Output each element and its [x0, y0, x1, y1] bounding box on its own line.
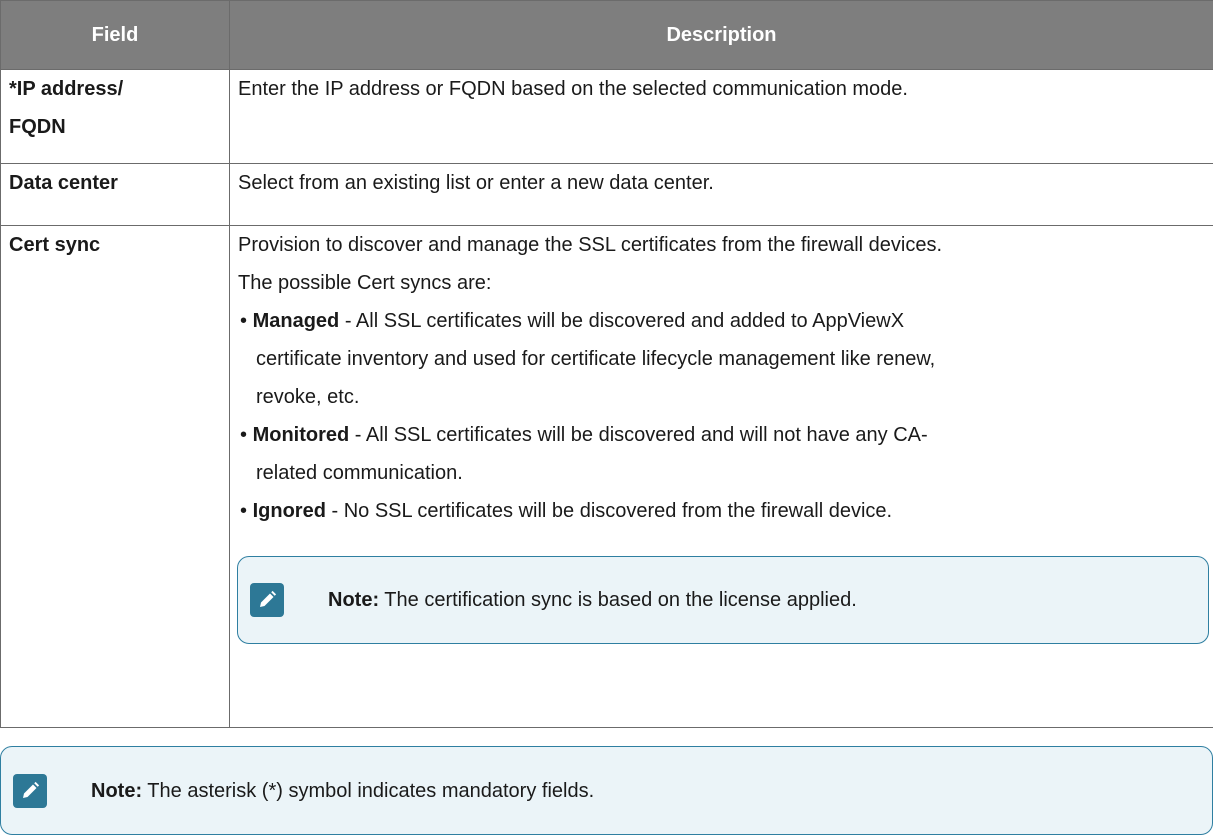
option-text: - No SSL certificates will be discovered… — [325, 500, 893, 522]
description-text: Provision to discover and manage the SSL… — [238, 234, 943, 256]
bullet-marker: • — [240, 424, 248, 446]
note-body: The asterisk (*) symbol indicates mandat… — [142, 779, 595, 802]
option-name: Monitored — [252, 424, 350, 446]
field-name-data-center: Data center — [0, 163, 230, 226]
edit-pencil-icon-glyph — [260, 590, 277, 607]
note-body: The certification sync is based on the l… — [379, 589, 857, 611]
field-name-ip-address: *IP address/ FQDN — [0, 69, 230, 164]
field-description: Select from an existing list or enter a … — [229, 163, 1213, 226]
description-text: Select from an existing list or enter a … — [238, 172, 714, 194]
edit-pencil-icon — [13, 773, 47, 808]
table-row: Cert sync Provision to discover and mana… — [0, 225, 1213, 728]
description-text: The possible Cert syncs are: — [238, 272, 492, 294]
option-text: - All SSL certificates will be discovere… — [349, 424, 928, 446]
edit-pencil-icon — [250, 583, 284, 617]
bullet-marker: • — [240, 500, 248, 522]
option-text-continued: related communication. — [256, 462, 463, 484]
option-text-continued: certificate inventory and used for certi… — [256, 348, 936, 370]
document-page: Field Description *IP address/ FQDN Ente… — [0, 0, 1213, 840]
description-text: Enter the IP address or FQDN based on th… — [238, 78, 908, 100]
option-name: Managed — [252, 310, 340, 332]
cert-sync-note: Note: The certification sync is based on… — [237, 556, 1209, 644]
field-name-line: *IP address/ — [9, 78, 124, 100]
list-item-ignored: • Ignored - No SSL certificates will be … — [238, 492, 1203, 530]
note-label: Note: — [91, 779, 143, 802]
field-description: Provision to discover and manage the SSL… — [229, 225, 1213, 728]
mandatory-fields-note: Note: The asterisk (*) symbol indicates … — [0, 746, 1213, 835]
header-description: Description — [229, 0, 1213, 70]
table-row: *IP address/ FQDN Enter the IP address o… — [0, 69, 1213, 164]
table-row: Data center Select from an existing list… — [0, 163, 1213, 226]
option-text-continued: revoke, etc. — [256, 386, 360, 408]
fields-table: Field Description *IP address/ FQDN Ente… — [0, 0, 1213, 728]
option-name: Ignored — [252, 500, 326, 522]
option-text: - All SSL certificates will be discovere… — [339, 310, 905, 332]
field-description: Enter the IP address or FQDN based on th… — [229, 69, 1213, 164]
list-item-managed: • Managed - All SSL certificates will be… — [238, 302, 1203, 340]
edit-pencil-icon-glyph — [23, 781, 40, 798]
field-name-line: FQDN — [9, 116, 66, 138]
note-label: Note: — [328, 589, 380, 611]
bullet-marker: • — [240, 310, 248, 332]
table-header-row: Field Description — [0, 0, 1213, 70]
field-name-cert-sync: Cert sync — [0, 225, 230, 728]
note-text: Note: The asterisk (*) symbol indicates … — [91, 778, 594, 804]
list-item-monitored: • Monitored - All SSL certificates will … — [238, 416, 1203, 454]
note-text: Note: The certification sync is based on… — [328, 587, 857, 613]
header-field: Field — [0, 0, 230, 70]
